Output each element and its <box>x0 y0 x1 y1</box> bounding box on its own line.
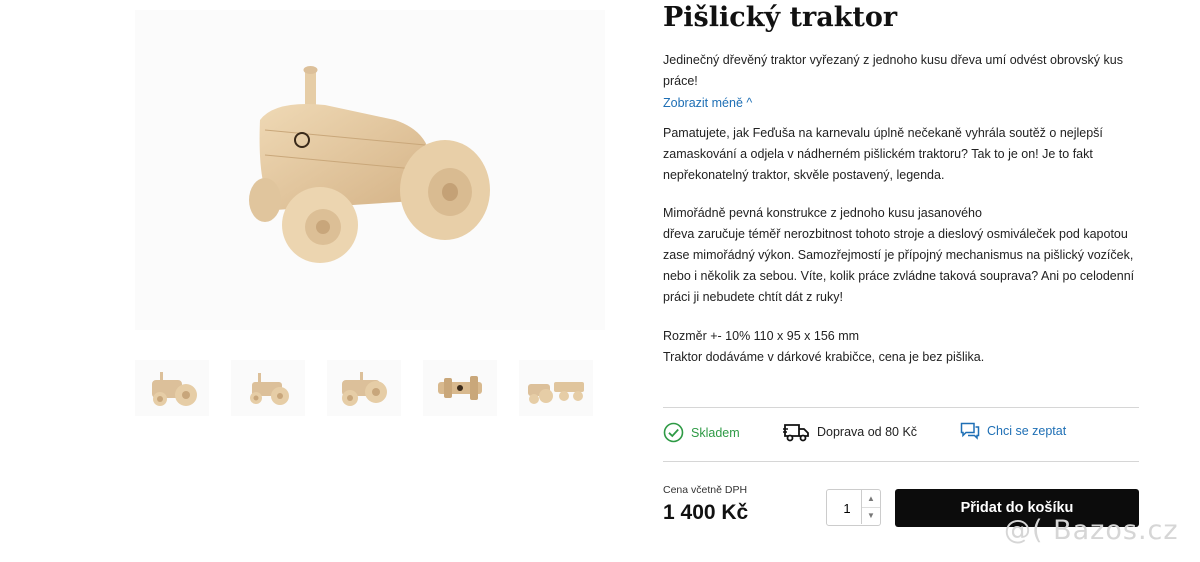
description-paragraph-2-rest: dřeva zaručuje téměř nerozbitnost tohoto… <box>663 227 1135 304</box>
shipping-info: Doprava od 80 Kč <box>783 422 917 442</box>
thumbnail-5[interactable] <box>519 360 593 416</box>
product-dimensions: Rozměr +- 10% 110 x 95 x 156 mm <box>663 329 860 343</box>
thumbnail-3[interactable] <box>327 360 401 416</box>
product-title: Pišlický traktor <box>663 2 898 33</box>
description-paragraph-2: Mimořádně pevná konstrukce z jednoho kus… <box>663 203 1139 308</box>
price: 1 400 Kč <box>663 501 749 524</box>
divider-top <box>663 407 1139 408</box>
description-paragraph-2-line1: Mimořádně pevná konstrukce z jednoho kus… <box>663 206 982 220</box>
tractor-thumb-image <box>250 373 289 405</box>
check-circle-icon <box>663 422 684 443</box>
thumbnail-2[interactable] <box>231 360 305 416</box>
tractor-thumb-image <box>342 372 387 406</box>
product-features: Skladem Doprava od 80 Kč Chci se zeptat <box>663 422 1139 446</box>
main-product-image[interactable] <box>135 10 605 330</box>
quantity-increase-button[interactable]: ▲ <box>861 490 880 508</box>
thumbnail-1[interactable] <box>135 360 209 416</box>
chat-icon <box>960 422 980 440</box>
description-paragraph-1: Pamatujete, jak Feďuša na karnevalu úpln… <box>663 126 1103 182</box>
watermark: @( Bazos.cz <box>1004 515 1179 546</box>
stock-status: Skladem <box>663 422 740 443</box>
thumbnail-strip <box>135 360 605 418</box>
ask-label: Chci se zeptat <box>987 424 1067 438</box>
truck-icon <box>783 424 809 442</box>
show-less-link[interactable]: Zobrazit méně ^ <box>663 93 752 114</box>
shipping-label: Doprava od 80 Kč <box>817 425 918 439</box>
thumbnail-4[interactable] <box>423 360 497 416</box>
quantity-decrease-button[interactable]: ▼ <box>861 507 880 524</box>
tractor-thumb-image <box>152 372 197 406</box>
quantity-stepper: ▲ ▼ <box>826 489 881 527</box>
divider-bottom <box>663 461 1139 462</box>
product-gallery <box>135 0 605 562</box>
tractor-thumb-image <box>528 382 584 404</box>
product-intro: Jedinečný dřevěný traktor vyřezaný z jed… <box>663 53 1123 88</box>
price-label: Cena včetně DPH <box>663 484 748 496</box>
ask-question-link[interactable]: Chci se zeptat <box>960 422 1066 440</box>
product-packaging-note: Traktor dodáváme v dárkové krabičce, cen… <box>663 350 985 364</box>
tractor-thumb-image <box>438 376 482 400</box>
stock-label: Skladem <box>691 425 740 440</box>
tractor-image <box>249 66 490 263</box>
